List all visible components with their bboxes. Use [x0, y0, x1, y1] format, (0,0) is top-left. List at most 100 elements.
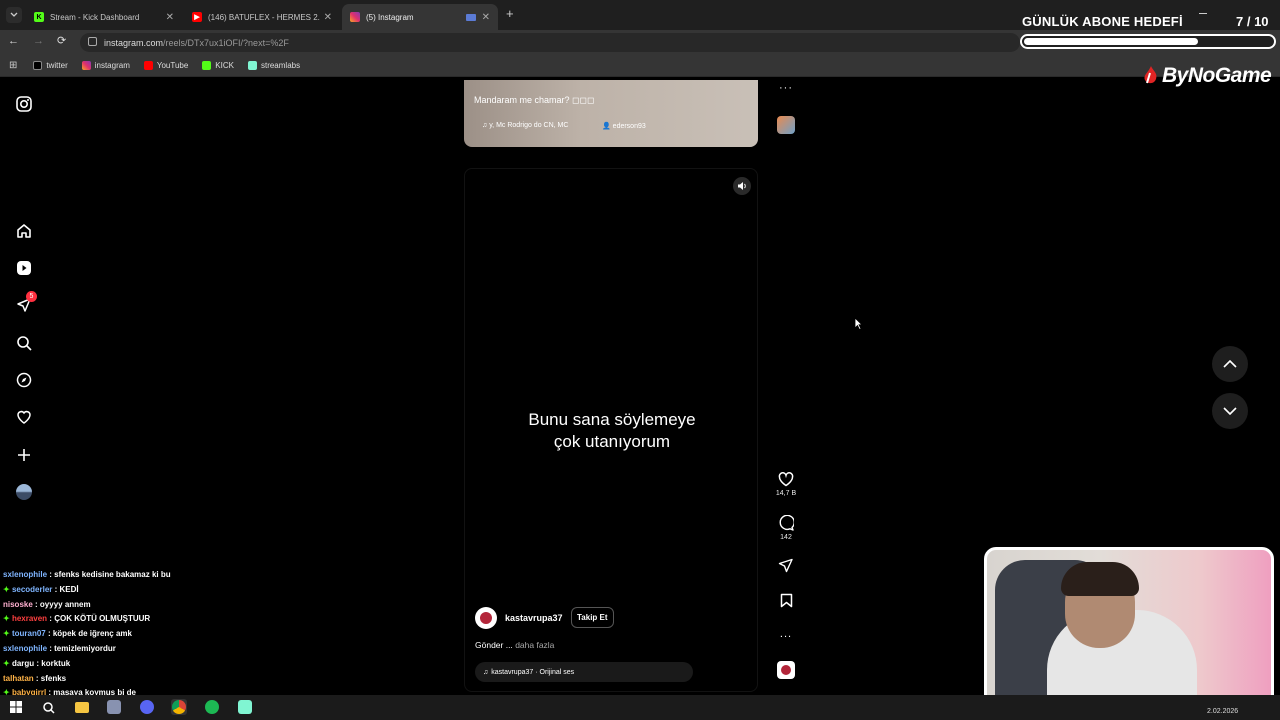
- windows-icon: [10, 701, 22, 713]
- messages-icon[interactable]: 5: [15, 291, 37, 314]
- chat-text: : ÇOK KÖTÜ OLMUŞTUUR: [47, 614, 151, 624]
- discord-icon: [140, 700, 154, 714]
- taskbar-search[interactable]: [40, 699, 56, 715]
- more-options-button[interactable]: ...: [776, 628, 796, 640]
- audio-thumbnail[interactable]: [777, 661, 795, 679]
- reel-caption: Mandaram me chamar? ◻◻◻: [474, 95, 595, 105]
- chrome[interactable]: [171, 699, 187, 715]
- mute-button[interactable]: [733, 177, 751, 195]
- follow-button[interactable]: Takip Et: [571, 607, 614, 628]
- audio-thumbnail[interactable]: [777, 116, 795, 134]
- kick-icon: K: [34, 12, 44, 22]
- tab-title: Stream - Kick Dashboard: [50, 12, 140, 22]
- next-reel-button[interactable]: [1212, 393, 1248, 429]
- new-tab-button[interactable]: +: [506, 6, 514, 21]
- goal-progress-fill: [1024, 38, 1198, 45]
- comment-button[interactable]: 142: [776, 515, 796, 541]
- youtube-icon: ▶: [192, 12, 202, 22]
- chat-badge-icon: ✦: [3, 584, 12, 594]
- chat-message: nisoske : oyyyy annem: [3, 598, 233, 613]
- file-explorer[interactable]: [74, 699, 90, 715]
- share-button[interactable]: [776, 558, 796, 573]
- volume-icon: [738, 182, 746, 190]
- author-avatar[interactable]: [475, 607, 497, 629]
- send-icon: [778, 558, 793, 573]
- previous-reel-button[interactable]: [1212, 346, 1248, 382]
- home-icon[interactable]: [15, 222, 33, 240]
- reload-button[interactable]: ⟳: [57, 34, 66, 47]
- bookmark-streamlabs[interactable]: streamlabs: [247, 61, 300, 70]
- bookmark-kick[interactable]: KICK: [202, 61, 234, 70]
- streamlabs[interactable]: [237, 699, 253, 715]
- reel-caption: Gönder ... daha fazla: [475, 640, 555, 650]
- tab-youtube[interactable]: ▶ (146) BATUFLEX - HERMES 2.0 / ✕: [184, 4, 340, 30]
- music-icon: ♫: [483, 668, 489, 676]
- close-icon[interactable]: ✕: [166, 12, 174, 23]
- chat-text: : korktuk: [34, 658, 71, 668]
- reel-video[interactable]: Bunu sana söylemeye çok utanıyorum kasta…: [464, 168, 758, 692]
- chat-username[interactable]: touran07: [12, 629, 46, 638]
- reel-user-tag[interactable]: 👤 ederson93: [602, 122, 646, 130]
- site-info-icon[interactable]: [88, 37, 97, 46]
- comment-icon: [779, 515, 794, 531]
- notifications-icon[interactable]: [15, 408, 33, 426]
- chat-username[interactable]: nisoske: [3, 600, 33, 609]
- like-button[interactable]: 14,7 B: [776, 472, 796, 497]
- chat-message: talhatan : sfenks: [3, 672, 233, 687]
- explore-icon[interactable]: [15, 371, 33, 389]
- discord[interactable]: [139, 699, 155, 715]
- author-username[interactable]: kastavrupa37: [505, 613, 563, 623]
- chat-username[interactable]: sxlenophile: [3, 644, 47, 653]
- forward-button[interactable]: →: [33, 35, 44, 47]
- start-button[interactable]: [8, 699, 24, 715]
- taskbar-app[interactable]: [106, 699, 122, 715]
- spotify[interactable]: [204, 699, 220, 715]
- reels-icon[interactable]: [15, 259, 33, 277]
- save-button[interactable]: [776, 593, 796, 608]
- bookmark-instagram[interactable]: instagram: [81, 61, 130, 70]
- close-icon[interactable]: ✕: [482, 12, 490, 23]
- spotify-icon: [205, 700, 219, 714]
- chat-message: ✦ touran07 : köpek de iğrenç amk: [3, 627, 233, 642]
- bookmark-youtube[interactable]: YouTube: [143, 61, 188, 70]
- chat-message: ✦ secoderler : KEDİ: [3, 583, 233, 598]
- flame-icon: [1144, 66, 1157, 84]
- chat-text: : köpek de iğrenç amk: [45, 629, 132, 639]
- app-icon: [107, 700, 121, 714]
- close-icon[interactable]: ✕: [324, 12, 332, 23]
- apps-icon[interactable]: ⊞: [9, 60, 17, 71]
- chat-username[interactable]: sxlenophile: [3, 570, 47, 579]
- tab-search-button[interactable]: [6, 7, 22, 23]
- chat-message: ✦ dargu : korktuk: [3, 657, 233, 672]
- tab-instagram[interactable]: (5) Instagram ✕: [342, 4, 498, 30]
- reel-audio[interactable]: ♫ y, Mc Rodrigo do CN, MC: [482, 122, 568, 129]
- chat-username[interactable]: dargu: [12, 659, 34, 668]
- more-link[interactable]: daha fazla: [515, 640, 554, 650]
- screen-share-icon: [466, 13, 476, 21]
- previous-reel[interactable]: Mandaram me chamar? ◻◻◻ ♫ y, Mc Rodrigo …: [464, 80, 758, 147]
- address-bar[interactable]: instagram.com/reels/DTx7ux1iOFI/?next=%2…: [80, 33, 1020, 52]
- chat-text: : temizlemiyordur: [47, 643, 116, 653]
- tab-title: (5) Instagram: [366, 12, 414, 22]
- chat-username[interactable]: secoderler: [12, 585, 52, 594]
- tab-kick-dashboard[interactable]: K Stream - Kick Dashboard ✕: [26, 4, 182, 30]
- reel-audio[interactable]: ♫ kastavrupa37 · Orijinal ses: [475, 662, 693, 682]
- sponsor-logo: ByNoGame: [1142, 64, 1272, 88]
- more-options-icon[interactable]: ···: [779, 82, 793, 94]
- instagram-icon[interactable]: [15, 95, 33, 113]
- minimize-button[interactable]: [1199, 13, 1207, 14]
- more-icon: ...: [779, 628, 793, 640]
- chat-badge-icon: ✦: [3, 629, 12, 639]
- youtube-icon: [143, 61, 153, 70]
- create-icon[interactable]: [15, 446, 33, 464]
- search-icon[interactable]: [15, 334, 33, 352]
- reel-overlay-text: Bunu sana söylemeye çok utanıyorum: [528, 410, 696, 451]
- chat-username[interactable]: hexraven: [12, 614, 47, 623]
- profile-avatar[interactable]: [15, 483, 33, 501]
- chat-username[interactable]: talhatan: [3, 674, 34, 683]
- notification-badge: 5: [26, 291, 37, 302]
- back-button[interactable]: ←: [8, 35, 19, 47]
- stream-chat: sxlenophile : sfenks kedisine bakamaz ki…: [3, 568, 233, 701]
- goal-progress-bar: [1020, 34, 1276, 49]
- bookmark-twitter[interactable]: twitter: [33, 61, 68, 70]
